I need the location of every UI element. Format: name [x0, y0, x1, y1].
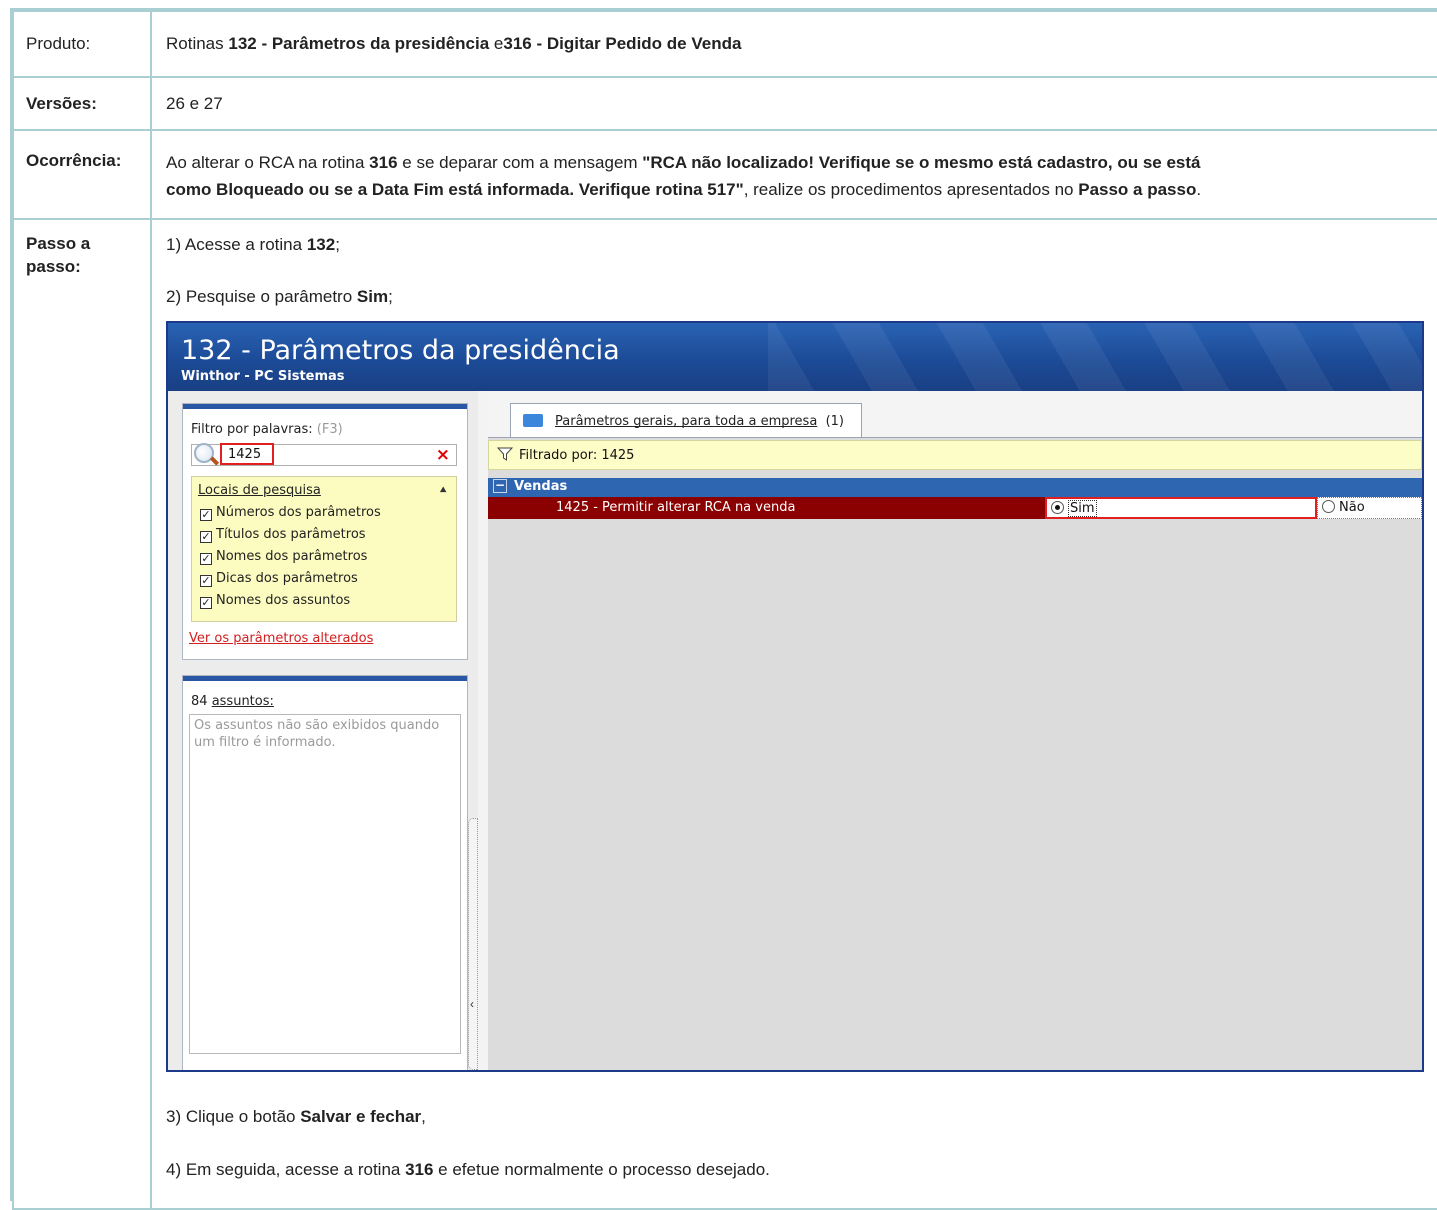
checkbox-numeros[interactable]: ✓ Números dos parâmetros: [200, 505, 381, 523]
label-produto: Produto:: [12, 10, 152, 78]
param-name: 1425 - Permitir alterar RCA na venda: [538, 497, 1045, 519]
checkbox-titulos[interactable]: ✓ Títulos dos parâmetros: [200, 527, 366, 545]
option-nao[interactable]: Não: [1317, 497, 1422, 519]
value-produto: Rotinas 132 - Parâmetros da presidência …: [150, 10, 1437, 78]
value-versoes: 26 e 27: [150, 76, 1437, 131]
funnel-icon: [497, 447, 513, 461]
group-vendas[interactable]: − Vendas: [488, 478, 1422, 497]
collapse-icon[interactable]: ⯅: [438, 483, 448, 498]
params-grid: Filtrado por: 1425 − Vendas 1425 - Permi…: [488, 437, 1422, 1070]
radio-icon: [1322, 500, 1335, 513]
label-passo: Passo a passo:: [12, 218, 152, 1210]
panel-splitter[interactable]: ‹: [468, 818, 478, 1070]
filter-panel: Filtro por palavras: (F3) 1425 × Locais …: [182, 403, 468, 660]
window-subtitle: Winthor - PC Sistemas: [181, 369, 345, 384]
label-ocorrencia: Ocorrência:: [12, 129, 152, 220]
step-1: 1) Acesse a rotina 132;: [166, 235, 340, 254]
clear-icon[interactable]: ×: [436, 445, 450, 465]
value-ocorrencia: Ao alterar o RCA na rotina 316 e se depa…: [150, 129, 1437, 220]
row-versoes: Versões: 26 e 27: [12, 76, 1437, 131]
row-produto: Produto: Rotinas 132 - Parâmetros da pre…: [12, 10, 1437, 78]
checkbox-dicas[interactable]: ✓ Dicas dos parâmetros: [200, 571, 358, 589]
window-header: 132 - Parâmetros da presidência Winthor …: [168, 323, 1422, 391]
row-ocorrencia: Ocorrência: Ao alterar o RCA na rotina 3…: [12, 129, 1437, 220]
checkbox-assuntos[interactable]: ✓ Nomes dos assuntos: [200, 593, 350, 611]
label-versoes: Versões:: [12, 76, 152, 131]
folder-icon: [523, 414, 543, 427]
search-value: 1425: [220, 443, 274, 465]
left-column: Filtro por palavras: (F3) 1425 × Locais …: [168, 391, 478, 1070]
option-sim[interactable]: Sim: [1045, 497, 1317, 519]
filtered-by-text: Filtrado por: 1425: [519, 448, 635, 463]
step-2: 2) Pesquise o parâmetro Sim;: [166, 287, 393, 306]
radio-selected-icon: [1051, 501, 1064, 514]
altered-params-link[interactable]: Ver os parâmetros alterados: [189, 631, 373, 646]
search-input[interactable]: 1425 ×: [191, 443, 457, 466]
step-3: 3) Clique o botão Salvar e fechar,: [166, 1107, 426, 1126]
chevron-left-icon: ‹: [470, 997, 474, 1011]
window-title: 132 - Parâmetros da presidência: [181, 335, 620, 366]
subjects-list: Os assuntos não são exibidos quando um f…: [189, 714, 461, 1054]
tab-parametros-gerais[interactable]: Parâmetros gerais, para toda a empresa (…: [510, 403, 862, 437]
checkbox-nomes[interactable]: ✓ Nomes dos parâmetros: [200, 549, 367, 567]
filter-bar: Filtrado por: 1425: [488, 440, 1422, 470]
filter-label: Filtro por palavras: (F3): [191, 422, 343, 437]
locations-header[interactable]: Locais de pesquisa: [198, 483, 321, 498]
subjects-panel: 84 assuntos: Os assuntos não são exibido…: [182, 675, 468, 1070]
subjects-count: 84 assuntos:: [191, 694, 274, 709]
collapse-group-icon[interactable]: −: [493, 479, 507, 493]
step-4: 4) Em seguida, acesse a rotina 316 e efe…: [166, 1160, 770, 1179]
param-row-1425[interactable]: 1425 - Permitir alterar RCA na venda Sim…: [488, 497, 1422, 519]
params-area: Parâmetros gerais, para toda a empresa (…: [488, 391, 1422, 1070]
routine-screenshot: 132 - Parâmetros da presidência Winthor …: [166, 321, 1424, 1072]
search-locations: Locais de pesquisa ⯅ ✓ Números dos parâme…: [191, 476, 457, 622]
